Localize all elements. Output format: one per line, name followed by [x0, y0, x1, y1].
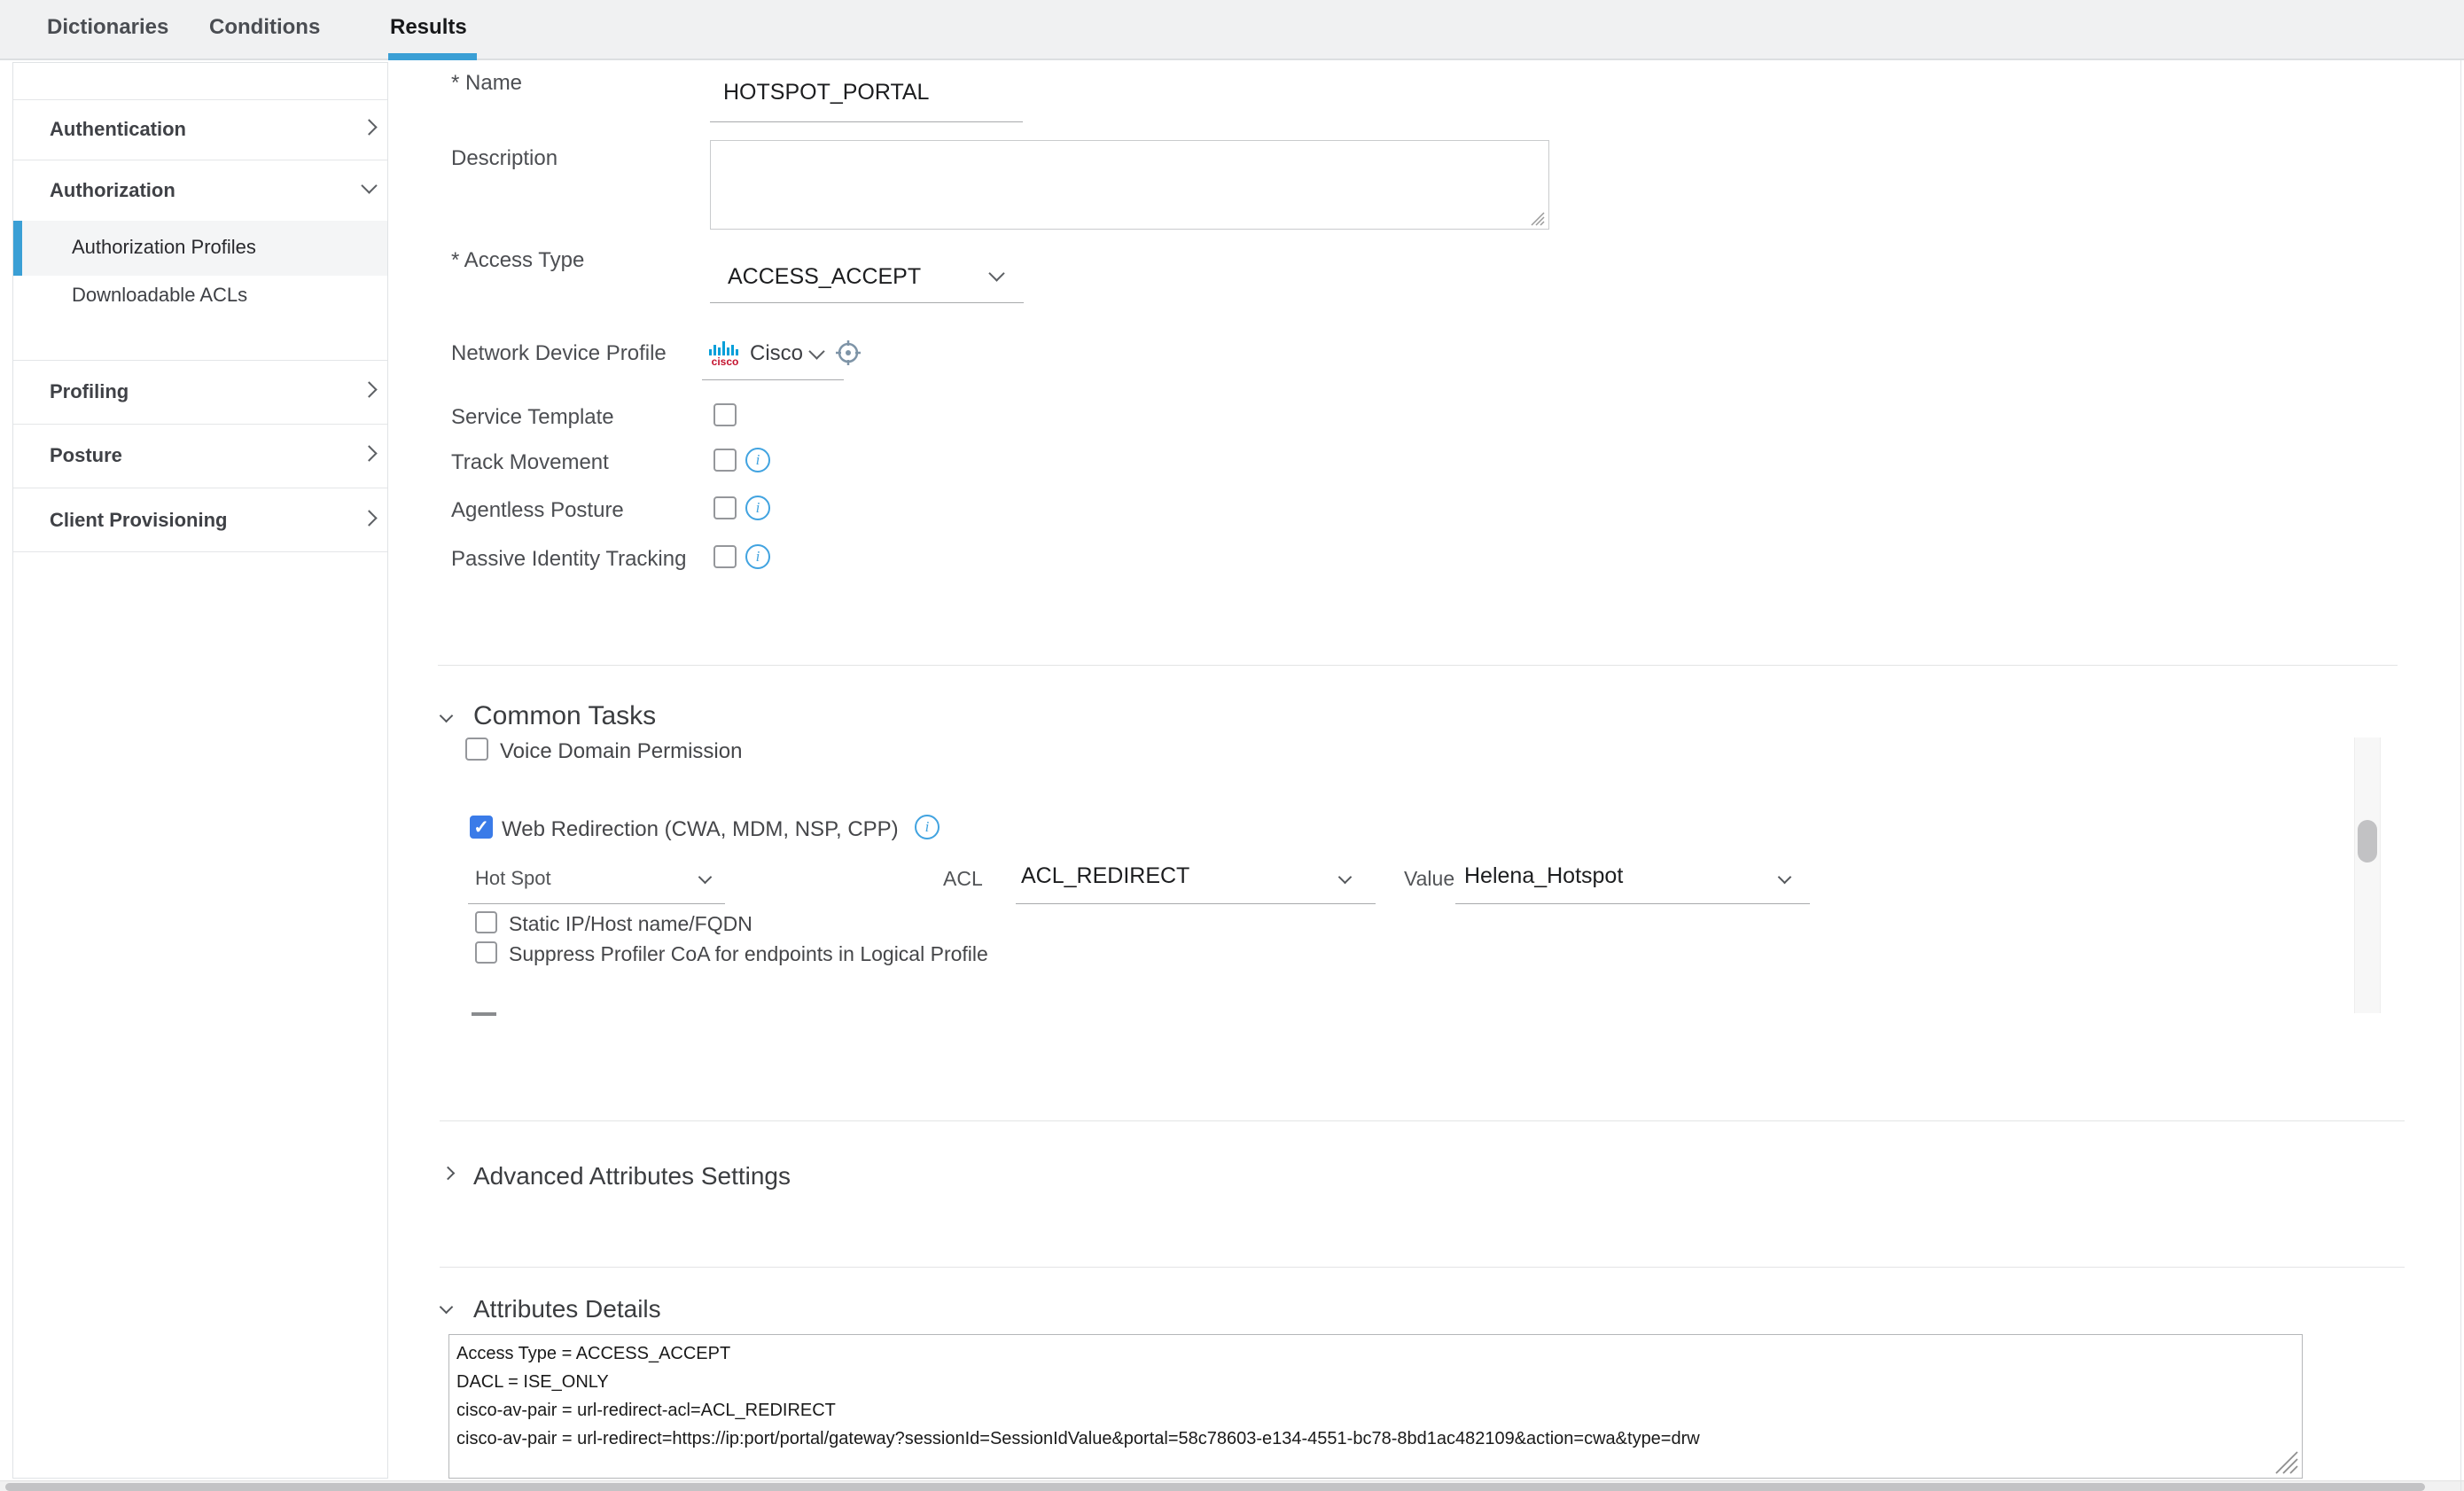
cisco-logo-text: cisco: [711, 355, 739, 368]
attribute-line: cisco-av-pair = url-redirect-acl=ACL_RED…: [456, 1401, 836, 1420]
network-device-profile-underline: [702, 379, 844, 380]
network-device-target-icon[interactable]: [834, 339, 862, 367]
network-device-profile-label: Network Device Profile: [451, 341, 667, 365]
chevron-down-icon: [1777, 870, 1792, 885]
tab-dictionaries[interactable]: Dictionaries: [47, 15, 168, 40]
sidebar-item-label: Downloadable ACLs: [72, 284, 248, 306]
common-tasks-scrollbar-track[interactable]: [2354, 738, 2381, 1013]
passive-identity-label: Passive Identity Tracking: [451, 547, 687, 571]
window-right-edge: [2460, 60, 2461, 1491]
chevron-down-icon: [698, 870, 713, 885]
divider: [13, 551, 387, 552]
value-label: Value: [1404, 867, 1455, 890]
agentless-posture-checkbox[interactable]: [713, 496, 737, 519]
network-device-profile-value: Cisco: [750, 341, 804, 365]
track-movement-checkbox[interactable]: [713, 449, 737, 472]
service-template-label: Service Template: [451, 405, 614, 429]
chevron-right-icon: [361, 381, 378, 398]
suppress-profiler-checkbox[interactable]: [475, 941, 497, 964]
passive-identity-checkbox[interactable]: [713, 545, 737, 568]
chevron-down-icon: [361, 177, 378, 194]
chevron-down-icon: [808, 343, 825, 360]
agentless-posture-info-icon[interactable]: i: [745, 496, 770, 520]
description-textarea[interactable]: [710, 140, 1549, 230]
chevron-right-icon: [441, 1166, 456, 1181]
common-tasks-scrollbar-thumb[interactable]: [2358, 820, 2377, 863]
chevron-right-icon: [361, 119, 378, 136]
static-ip-label: Static IP/Host name/FQDN: [509, 912, 752, 935]
section-divider: [440, 1267, 2405, 1268]
cisco-logo-icon: cisco: [707, 337, 743, 371]
divider: [13, 424, 387, 425]
textarea-resize-handle[interactable]: [1530, 211, 1546, 227]
service-template-checkbox[interactable]: [713, 403, 737, 426]
acl-underline: [1016, 903, 1376, 904]
web-redirection-checkbox[interactable]: ✓: [470, 816, 493, 839]
attributes-box-resize-handle[interactable]: [2273, 1448, 2299, 1475]
acl-label: ACL: [943, 867, 983, 890]
chevron-right-icon: [361, 445, 378, 462]
track-movement-info-icon[interactable]: i: [745, 448, 770, 472]
voice-domain-checkbox[interactable]: [465, 738, 488, 761]
name-input-underline: [710, 121, 1023, 122]
attribute-line: DACL = ISE_ONLY: [456, 1372, 609, 1392]
sidebar-item-label: Profiling: [50, 380, 129, 402]
value-underline: [1455, 903, 1810, 904]
tab-results[interactable]: Results: [390, 15, 467, 40]
access-type-label: * Access Type: [451, 248, 585, 272]
name-label: * Name: [451, 71, 523, 95]
track-movement-label: Track Movement: [451, 450, 609, 474]
attribute-line: cisco-av-pair = url-redirect=https://ip:…: [456, 1429, 1700, 1448]
sidebar-item-label: Authorization Profiles: [72, 236, 256, 258]
selected-indicator-bar: [13, 221, 22, 276]
web-redirection-info-icon[interactable]: i: [915, 815, 940, 839]
top-tab-bar: Dictionaries Conditions Results: [0, 0, 2464, 60]
static-ip-checkbox[interactable]: [475, 911, 497, 933]
chevron-down-icon: [439, 1300, 454, 1315]
section-divider: [438, 665, 2398, 666]
chevron-down-icon: [1337, 870, 1353, 885]
agentless-posture-label: Agentless Posture: [451, 498, 624, 522]
sidebar-item-label: Authentication: [50, 118, 186, 140]
sidebar-item-authorization-profiles[interactable]: Authorization Profiles: [13, 221, 387, 276]
clipped-content-dash: [472, 1012, 496, 1016]
chevron-down-icon: [439, 708, 454, 723]
sidebar-item-label: Authorization: [50, 179, 175, 201]
value-value: Helena_Hotspot: [1464, 863, 1624, 888]
divider: [13, 99, 387, 100]
redirect-type-value: Hot Spot: [475, 867, 551, 889]
chevron-right-icon: [361, 510, 378, 527]
acl-value: ACL_REDIRECT: [1021, 863, 1190, 888]
voice-domain-label: Voice Domain Permission: [500, 739, 743, 763]
description-label: Description: [451, 146, 558, 170]
attributes-details-title: Attributes Details: [473, 1295, 661, 1323]
left-nav-panel: Authentication Authorization Authorizati…: [12, 62, 388, 1479]
section-divider: [440, 1120, 2405, 1121]
suppress-profiler-label: Suppress Profiler CoA for endpoints in L…: [509, 942, 988, 965]
name-input[interactable]: HOTSPOT_PORTAL: [723, 80, 929, 105]
web-redirection-label: Web Redirection (CWA, MDM, NSP, CPP): [502, 817, 899, 841]
chevron-down-icon: [988, 265, 1005, 282]
redirect-type-underline: [468, 903, 725, 904]
advanced-attributes-title: Advanced Attributes Settings: [473, 1162, 791, 1190]
access-type-underline: [710, 302, 1024, 303]
attribute-line: Access Type = ACCESS_ACCEPT: [456, 1344, 731, 1363]
common-tasks-title: Common Tasks: [473, 701, 657, 730]
sidebar-item-label: Posture: [50, 444, 122, 466]
tab-conditions[interactable]: Conditions: [209, 15, 320, 40]
access-type-value: ACCESS_ACCEPT: [728, 264, 922, 289]
active-tab-underline: [388, 53, 477, 60]
horizontal-scrollbar-thumb[interactable]: [5, 1483, 2425, 1491]
sidebar-item-label: Client Provisioning: [50, 509, 228, 531]
passive-identity-info-icon[interactable]: i: [745, 544, 770, 569]
divider: [13, 360, 387, 361]
attributes-details-box: Access Type = ACCESS_ACCEPT DACL = ISE_O…: [448, 1334, 2303, 1479]
